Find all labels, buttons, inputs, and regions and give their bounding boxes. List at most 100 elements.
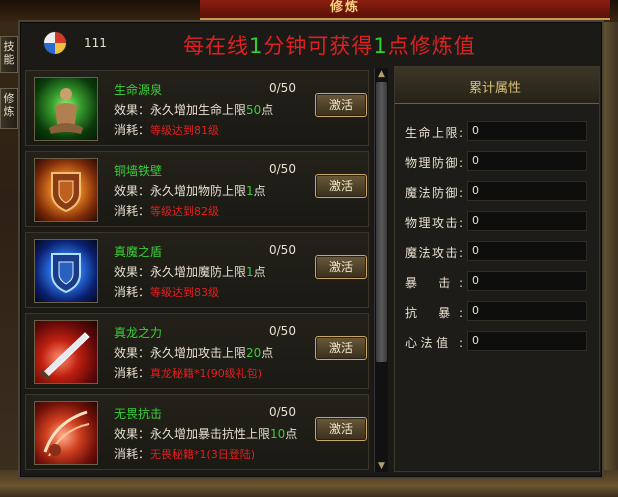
banner-prefix: 每在线 [183,34,249,58]
banner-suffix: 点修炼值 [387,34,476,58]
skill-effect: 效果：永久增加攻击上限20点 [114,344,273,361]
scroll-down-arrow-icon[interactable]: ▼ [375,460,388,472]
activate-button[interactable]: 激活 [315,336,367,360]
banner-num2: 1 [373,34,388,58]
cost-label: 消耗： [114,285,151,299]
skill-name: 真魔之盾 [114,245,163,259]
skill-list: 生命源泉 0/50 效果：永久增加生命上限50点 消耗：等级达到81级 激活 铜… [25,66,373,474]
cost-label: 消耗： [114,123,151,137]
stat-row-phys-atk: 物理攻击: 0 [395,211,599,233]
cost-requirement: 无畏秘籍*1(3日登陆) [150,448,256,461]
stat-value: 0 [467,331,587,351]
effect-unit: 点 [261,346,274,360]
stat-label: 物理防御: [405,156,463,170]
skill-card-fearless-resist: 无畏抗击 0/50 效果：永久增加暴击抗性上限10点 消耗：无畏秘籍*1(3日登… [25,394,369,470]
skill-name: 真龙之力 [114,326,163,340]
skill-effect: 效果：永久增加暴击抗性上限10点 [114,425,297,442]
skill-progress: 0/50 [269,243,296,257]
cost-requirement: 等级达到82级 [150,205,220,218]
cost-label: 消耗： [114,447,151,461]
fearless-strike-icon [34,401,98,465]
cumulative-stats-panel: 累计属性 生命上限: 0 物理防御: 0 魔法防御: 0 物理攻击: 0 魔法攻… [394,66,600,472]
cost-requirement: 等级达到81级 [150,124,220,137]
stat-label: 心法值 : [405,336,463,350]
stat-row-magic-def: 魔法防御: 0 [395,181,599,203]
effect-text: 效果：永久增加攻击上限 [114,346,247,360]
skill-progress: 0/50 [269,324,296,338]
yin-yang-coin-icon [43,31,67,55]
meditating-figure-icon [34,77,98,141]
stat-value: 0 [467,121,587,141]
activate-button[interactable]: 激活 [315,255,367,279]
activate-button[interactable]: 激活 [315,93,367,117]
skill-progress: 0/50 [269,162,296,176]
activate-button[interactable]: 激活 [315,174,367,198]
effect-value: 1 [246,265,254,279]
effect-text: 效果：永久增加物防上限 [114,184,247,198]
stat-row-crit: 暴 击: 0 [395,271,599,293]
banner-mid: 分钟可获得 [263,34,374,58]
stats-title: 累计属性 [469,81,522,96]
stats-header: 累计属性 [395,67,599,104]
tab-skills-label: 技能 [3,40,15,66]
stat-label: 魔法防御: [405,186,463,200]
cost-requirement: 等级达到83级 [150,286,220,299]
skill-list-scrollbar[interactable]: ▲ ▼ [374,68,388,472]
cultivation-points-count: 111 [84,36,107,50]
skill-cost: 消耗：等级达到82级 [114,202,219,219]
skill-progress: 0/50 [269,405,296,419]
effect-value: 50 [246,103,262,117]
skill-cost: 消耗：真龙秘籍*1(90级礼包) [114,364,262,381]
skill-cost: 消耗：等级达到83级 [114,283,219,300]
effect-unit: 点 [285,427,298,441]
banner-num1: 1 [249,34,264,58]
stat-value: 0 [467,151,587,171]
skill-card-true-demon-shield: 真魔之盾 0/50 效果：永久增加魔防上限1点 消耗：等级达到83级 激活 [25,232,369,308]
stat-row-mind-value: 心法值 : 0 [395,331,599,353]
stat-label: 生命上限: [405,126,463,140]
skill-name: 无畏抗击 [114,407,163,421]
skill-name: 铜墙铁壁 [114,164,163,178]
stat-value: 0 [467,241,587,261]
skill-effect: 效果：永久增加魔防上限1点 [114,263,266,280]
skill-progress: 0/50 [269,81,296,95]
effect-unit: 点 [253,265,266,279]
tab-cultivation[interactable]: 修炼 [0,88,18,129]
sword-slash-icon [34,320,98,384]
effect-value: 10 [270,427,286,441]
tab-cultivation-label: 修炼 [3,92,15,118]
effect-text: 效果：永久增加暴击抗性上限 [114,427,271,441]
tab-skills[interactable]: 技能 [0,36,18,73]
window-title: 修炼 [329,0,360,15]
skill-effect: 效果：永久增加物防上限1点 [114,182,266,199]
title-plate [200,0,610,20]
stat-label: 抗 暴: [405,306,463,320]
activate-button[interactable]: 激活 [315,417,367,441]
skill-name: 生命源泉 [114,83,163,97]
stat-value: 0 [467,301,587,321]
effect-unit: 点 [261,103,274,117]
skill-card-dragon-power: 真龙之力 0/50 效果：永久增加攻击上限20点 消耗：真龙秘籍*1(90级礼包… [25,313,369,389]
stat-value: 0 [467,181,587,201]
skill-card-iron-wall: 铜墙铁壁 0/50 效果：永久增加物防上限1点 消耗：等级达到82级 激活 [25,151,369,227]
effect-text: 效果：永久增加魔防上限 [114,265,247,279]
scroll-up-arrow-icon[interactable]: ▲ [375,68,388,80]
stat-value: 0 [467,271,587,291]
cost-label: 消耗： [114,366,151,380]
stat-row-phys-def: 物理防御: 0 [395,151,599,173]
online-reward-banner: 每在线1分钟可获得1点修炼值 [183,30,476,60]
blue-shield-icon [34,239,98,303]
effect-value: 1 [246,184,254,198]
skill-cost: 消耗：无畏秘籍*1(3日登陆) [114,445,255,462]
cost-requirement: 真龙秘籍*1(90级礼包) [150,367,263,380]
stat-value: 0 [467,211,587,231]
stat-row-magic-atk: 魔法攻击: 0 [395,241,599,263]
stat-row-crit-resist: 抗 暴: 0 [395,301,599,323]
scroll-thumb[interactable] [376,82,387,362]
bronze-shield-icon [34,158,98,222]
skill-card-life-source: 生命源泉 0/50 效果：永久增加生命上限50点 消耗：等级达到81级 激活 [25,70,369,146]
stat-label: 魔法攻击: [405,246,463,260]
effect-value: 20 [246,346,262,360]
skill-effect: 效果：永久增加生命上限50点 [114,101,273,118]
effect-unit: 点 [253,184,266,198]
